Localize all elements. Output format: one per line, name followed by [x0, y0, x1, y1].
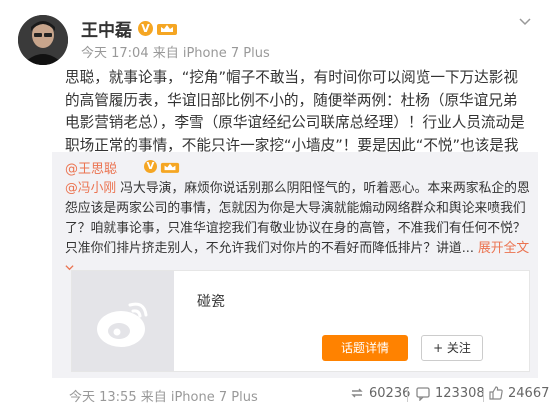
repost-stat[interactable]: 60236	[349, 385, 410, 401]
expand-label: 展开全文	[478, 241, 530, 256]
retweet-author[interactable]: @王思聪	[65, 158, 117, 177]
like-count: 246674	[508, 385, 550, 401]
vip-crown-icon	[160, 162, 180, 173]
retweet-text: @冯小刚 冯大导演，麻烦你说话别那么阴阳怪气的，听着恶心。本来两家私企的恩怨应该…	[65, 179, 530, 279]
divider	[483, 388, 484, 402]
thumbs-up-icon	[489, 386, 503, 400]
verified-badge-icon: V	[138, 21, 153, 36]
mention-link[interactable]: @冯小刚	[65, 181, 116, 196]
repost-count: 60236	[369, 385, 411, 401]
card-title[interactable]: 碰瓷	[197, 291, 225, 311]
weibo-logo-icon	[72, 271, 174, 371]
follow-button[interactable]: + 关注	[421, 335, 483, 361]
avatar[interactable]	[18, 15, 68, 65]
topic-details-button[interactable]: 话题详情	[322, 335, 408, 361]
comment-stat[interactable]: 123308	[415, 385, 485, 401]
repost-icon	[351, 388, 363, 398]
verified-badge-icon: V	[144, 160, 157, 173]
like-stat[interactable]: 246674	[488, 385, 550, 401]
retweet-block[interactable]: @王思聪 V @冯小刚 冯大导演，麻烦你说话别那么阴阳怪气的，听着恶心。本来两家…	[52, 152, 538, 378]
topic-card[interactable]: 碰瓷 话题详情 + 关注	[71, 270, 530, 372]
comment-count: 123308	[435, 385, 485, 401]
vip-crown-icon[interactable]	[156, 20, 178, 36]
chevron-down-icon[interactable]	[519, 16, 531, 28]
retweet-tail: 讲道...	[436, 241, 474, 256]
post-author[interactable]: 王中磊	[81, 16, 132, 41]
comment-icon	[416, 387, 430, 401]
post-meta: 今天 17:04 来自 iPhone 7 Plus	[81, 46, 270, 61]
divider	[407, 388, 408, 402]
avatar-photo	[18, 15, 68, 65]
retweet-meta: 今天 13:55 来自 iPhone 7 Plus	[69, 390, 258, 405]
